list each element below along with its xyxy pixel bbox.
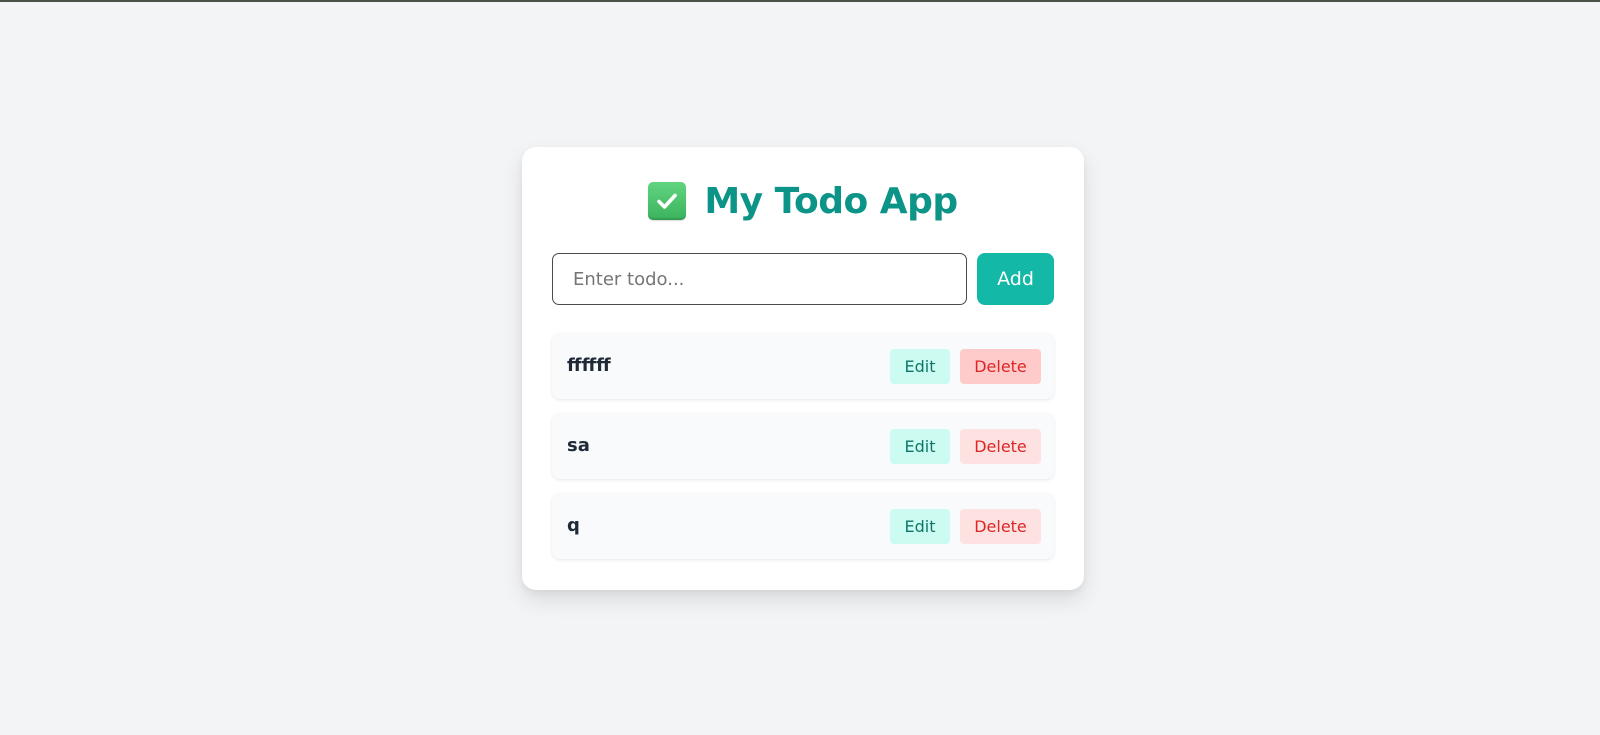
page-title: My Todo App (704, 180, 958, 222)
todo-list: ffffff Edit Delete sa Edit Delete q Edit… (552, 333, 1054, 573)
add-button[interactable]: Add (977, 253, 1054, 305)
window-top-border (0, 0, 1600, 2)
delete-button[interactable]: Delete (960, 429, 1041, 464)
todo-item: q Edit Delete (552, 493, 1054, 559)
edit-button[interactable]: Edit (890, 429, 950, 464)
todo-item: sa Edit Delete (552, 413, 1054, 479)
edit-button[interactable]: Edit (890, 349, 950, 384)
todo-text: ffffff (567, 355, 611, 376)
delete-button[interactable]: Delete (960, 349, 1041, 384)
todo-input[interactable] (552, 253, 967, 305)
todo-text: sa (567, 435, 590, 456)
todo-text: q (567, 515, 580, 536)
todo-card: My Todo App Add ffffff Edit Delete sa Ed… (522, 147, 1084, 590)
edit-button[interactable]: Edit (890, 509, 950, 544)
check-mark-button-icon (648, 182, 687, 220)
todo-item: ffffff Edit Delete (552, 333, 1054, 399)
delete-button[interactable]: Delete (960, 509, 1041, 544)
header: My Todo App (522, 179, 1084, 223)
